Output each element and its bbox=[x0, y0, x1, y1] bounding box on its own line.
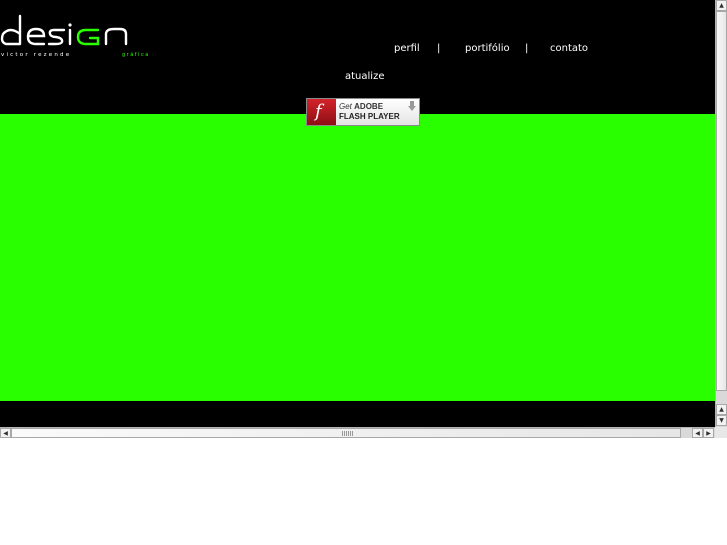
scroll-down-button[interactable]: ▼ bbox=[716, 415, 727, 426]
scrollbar-corner bbox=[715, 427, 727, 438]
flash-badge-line1: Get ADOBE bbox=[339, 102, 384, 111]
download-arrow-icon bbox=[408, 101, 416, 111]
get-flash-player-button[interactable]: f Get ADOBE FLASH PLAYER bbox=[306, 98, 420, 126]
horizontal-scroll-thumb[interactable] bbox=[11, 428, 681, 438]
scroll-up-button-lower[interactable]: ▲ bbox=[716, 404, 727, 415]
flash-content-area bbox=[0, 114, 715, 401]
site-logo[interactable]: victor rezende gráfica bbox=[0, 12, 150, 60]
vertical-scroll-thumb[interactable] bbox=[716, 11, 727, 391]
scroll-left-button[interactable]: ◀ bbox=[0, 428, 11, 438]
horizontal-scrollbar[interactable]: ◀ ◀ ▶ bbox=[0, 427, 715, 438]
logo-tagline: victor rezende bbox=[1, 52, 71, 58]
nav-separator: | bbox=[525, 43, 529, 54]
scroll-grip-icon bbox=[342, 431, 354, 436]
nav-perfil-link[interactable]: perfil bbox=[394, 43, 420, 54]
scroll-up-button[interactable]: ▲ bbox=[716, 0, 727, 11]
nav-separator: | bbox=[437, 43, 441, 54]
page-viewport: victor rezende gráfica perfil | portifól… bbox=[0, 0, 715, 427]
flash-badge-line2: FLASH PLAYER bbox=[339, 112, 400, 121]
vertical-scrollbar[interactable]: ▲ ▲ ▼ bbox=[715, 0, 727, 427]
design-logo-mark: victor rezende gráfica bbox=[0, 14, 150, 58]
nav-portifolio-link[interactable]: portifólio bbox=[465, 43, 510, 54]
scroll-right-button[interactable]: ▶ bbox=[703, 428, 714, 438]
nav-contato-link[interactable]: contato bbox=[550, 43, 588, 54]
scroll-left-button-right[interactable]: ◀ bbox=[692, 428, 703, 438]
update-link[interactable]: atualize bbox=[345, 71, 384, 82]
logo-subtitle: gráfica bbox=[122, 51, 150, 58]
flash-logo-icon: f bbox=[307, 99, 336, 125]
